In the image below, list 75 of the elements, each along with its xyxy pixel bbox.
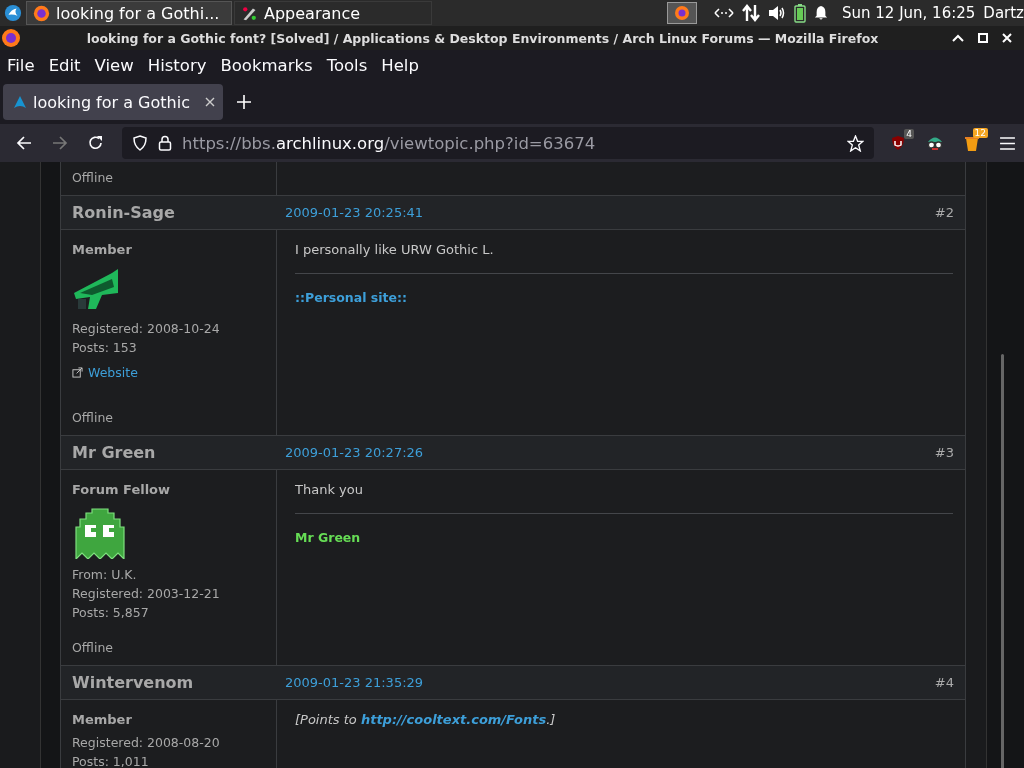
user-info: Registered: 2008-08-20 bbox=[72, 735, 220, 750]
website-link[interactable]: Website bbox=[72, 365, 138, 380]
taskbar-item[interactable]: looking for a Gothi... bbox=[26, 1, 232, 25]
signature-link[interactable]: ::Personal site:: bbox=[295, 290, 407, 305]
lock-icon[interactable] bbox=[158, 135, 172, 151]
bookmark-star-icon[interactable] bbox=[847, 134, 864, 152]
minimize-icon[interactable] bbox=[952, 34, 964, 42]
start-menu-icon[interactable] bbox=[4, 4, 22, 22]
firefox-icon bbox=[1, 28, 21, 48]
post-number-link[interactable]: #2 bbox=[934, 205, 954, 220]
volume-icon[interactable] bbox=[767, 5, 786, 21]
post-date-link[interactable]: 2009-01-23 20:27:26 bbox=[285, 445, 424, 460]
cup-extension-icon[interactable] bbox=[964, 134, 980, 152]
menu-icon[interactable] bbox=[1000, 136, 1015, 150]
paintbrush-icon bbox=[241, 4, 258, 22]
ghost-avatar-drawing bbox=[72, 507, 128, 559]
clock[interactable]: Sun 12 Jun, 16:25 bbox=[841, 4, 976, 22]
external-link-icon bbox=[72, 367, 83, 378]
close-tab-icon[interactable] bbox=[205, 97, 215, 107]
post-number-link[interactable]: #3 bbox=[934, 445, 954, 460]
network-icon[interactable] bbox=[741, 4, 760, 22]
close-icon[interactable] bbox=[1002, 33, 1012, 43]
post-date-link[interactable]: 2009-01-23 20:25:41 bbox=[285, 205, 424, 220]
connection-icon[interactable] bbox=[713, 7, 734, 19]
menu-item[interactable]: Help bbox=[381, 55, 419, 75]
firefox-icon bbox=[33, 4, 50, 22]
author-name[interactable]: Mr Green bbox=[72, 443, 285, 462]
glasses-extension-icon[interactable] bbox=[926, 135, 944, 151]
shield-extension-icon[interactable] bbox=[890, 135, 906, 151]
browser-tab[interactable]: looking for a Gothic bbox=[3, 84, 223, 120]
maximize-icon[interactable] bbox=[978, 33, 988, 43]
online-status: Offline bbox=[72, 640, 113, 655]
post-message: [Points to http://cooltext.com/Fonts.] bbox=[295, 712, 556, 727]
user-info: Posts: 1,011 bbox=[72, 754, 150, 768]
url-text[interactable]: https://bbs.archlinux.org/viewtopic.php?id=63674 bbox=[182, 133, 837, 153]
user-rank: Forum Fellow bbox=[72, 482, 171, 497]
extension-badge: 4 bbox=[904, 129, 914, 139]
post-date-link[interactable]: 2009-01-23 21:35:29 bbox=[285, 675, 424, 690]
taskbar-item[interactable]: Appearance bbox=[234, 1, 432, 25]
extension-badge: 12 bbox=[972, 128, 988, 138]
post-number-link[interactable]: #4 bbox=[934, 675, 954, 690]
message-link[interactable]: http://cooltext.com/Fonts bbox=[360, 712, 547, 727]
online-status: Offline bbox=[72, 170, 113, 185]
user-info: Registered: 2003-12-21 bbox=[72, 586, 220, 601]
window-title: looking for a Gothic font? [Solved] / Applications & Desktop Environments / Arch Linux Forums — Mozilla Firefox bbox=[85, 30, 880, 46]
menu-item[interactable]: View bbox=[94, 55, 134, 75]
author-name[interactable]: Ronin-Sage bbox=[72, 203, 285, 222]
notification-bell-icon[interactable] bbox=[813, 5, 828, 21]
post-message: Thank you bbox=[295, 482, 363, 497]
online-status: Offline bbox=[72, 410, 113, 425]
menu-item[interactable]: Tools bbox=[326, 55, 368, 75]
author-name[interactable]: Wintervenom bbox=[72, 673, 285, 692]
signature-text: Mr Green bbox=[295, 530, 361, 545]
post-message: I personally like URW Gothic L. bbox=[295, 242, 494, 257]
menu-item[interactable]: History bbox=[147, 55, 207, 75]
user-name[interactable]: Dartz bbox=[983, 4, 1024, 22]
menu-item[interactable]: File bbox=[7, 55, 35, 75]
back-icon[interactable] bbox=[16, 135, 32, 151]
scrollbar-thumb[interactable] bbox=[1001, 354, 1004, 768]
arch-logo-icon bbox=[13, 95, 27, 109]
user-info: From: U.K. bbox=[72, 567, 138, 582]
address-bar[interactable]: https://bbs.archlinux.org/viewtopic.php?id=63674 bbox=[122, 127, 874, 159]
forward-icon[interactable] bbox=[52, 135, 68, 151]
reload-icon[interactable] bbox=[88, 135, 104, 151]
user-rank: Member bbox=[72, 712, 132, 727]
user-info: Registered: 2008-10-24 bbox=[72, 321, 220, 336]
user-info: Posts: 5,857 bbox=[72, 605, 150, 620]
user-info: Posts: 153 bbox=[72, 340, 138, 355]
user-rank: Member bbox=[72, 242, 132, 257]
menu-item[interactable]: Bookmarks bbox=[220, 55, 313, 75]
battery-icon[interactable] bbox=[793, 3, 806, 23]
firefox-tray-icon[interactable] bbox=[665, 2, 698, 24]
menu-item[interactable]: Edit bbox=[48, 55, 81, 75]
new-tab-icon[interactable] bbox=[237, 95, 251, 109]
shield-icon[interactable] bbox=[132, 135, 148, 151]
